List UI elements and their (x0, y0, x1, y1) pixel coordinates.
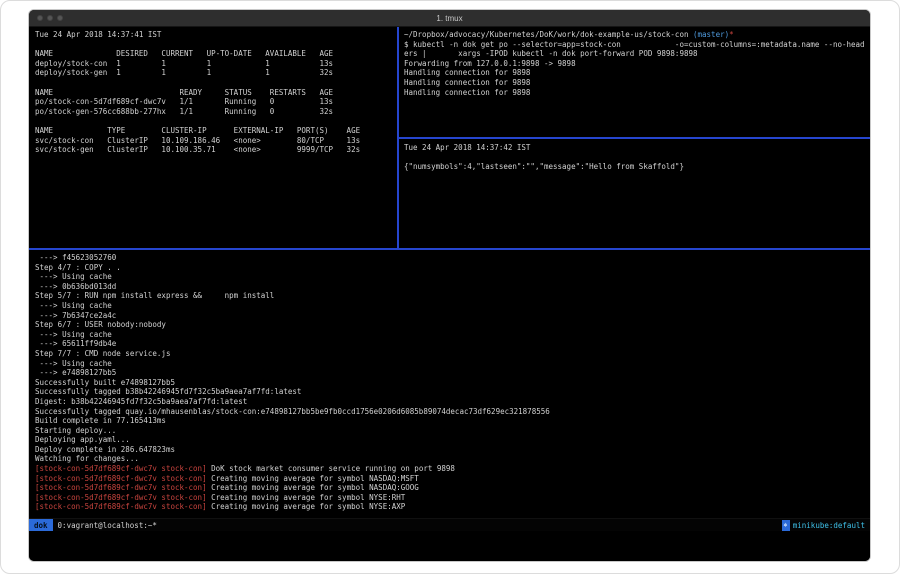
pod-log-line: [stock-con-5d7df689cf-dwc7v stock-con] D… (35, 464, 870, 474)
session-name-badge: dok (29, 519, 53, 532)
zoom-icon[interactable] (57, 15, 63, 21)
pod-log-line: [stock-con-5d7df689cf-dwc7v stock-con] C… (35, 493, 870, 503)
terminal-line: po/stock-con-5d7df689cf-dwc7v 1/1 Runnin… (35, 97, 397, 107)
close-icon[interactable] (37, 15, 43, 21)
pod-log-message: Creating moving average for symbol NYSE:… (207, 502, 406, 511)
terminal-line: ---> f45623052760 (35, 253, 870, 263)
titlebar[interactable]: 1. tmux (29, 10, 870, 27)
terminal-line: ---> e74898127bb5 (35, 368, 870, 378)
pod-log-line: [stock-con-5d7df689cf-dwc7v stock-con] C… (35, 474, 870, 484)
pod-log-prefix: [stock-con-5d7df689cf-dwc7v stock-con] (35, 474, 207, 483)
pod-log-message: Creating moving average for symbol NASDA… (207, 483, 419, 492)
terminal-line (35, 78, 397, 88)
pod-log-prefix: [stock-con-5d7df689cf-dwc7v stock-con] (35, 502, 207, 511)
window-title: 1. tmux (29, 14, 870, 23)
terminal-line: Successfully built e74898127bb5 (35, 378, 870, 388)
kubernetes-helm-icon: ⎈ (782, 520, 790, 531)
prompt-path: ~/Dropbox/advocacy/Kubernetes/DoK/work/d… (404, 30, 688, 39)
terminal-line: svc/stock-con ClusterIP 10.109.186.46 <n… (35, 136, 397, 146)
terminal-line: ---> 0b636bd013dd (35, 282, 870, 292)
terminal-line: Starting deploy... (35, 426, 870, 436)
terminal-line: NAME DESIRED CURRENT UP-TO-DATE AVAILABL… (35, 49, 397, 59)
pod-log-prefix: [stock-con-5d7df689cf-dwc7v stock-con] (35, 464, 207, 473)
pane-skaffold-log[interactable]: ---> f45623052760 Step 4/7 : COPY . . --… (29, 250, 870, 518)
terminal-line: Handling connection for 9898 (404, 78, 870, 88)
pane-curl-output[interactable]: Tue 24 Apr 2018 14:37:42 IST {"numsymbol… (399, 139, 870, 248)
traffic-lights (37, 15, 63, 21)
terminal-line: po/stock-gen-576cc688bb-277hx 1/1 Runnin… (35, 107, 397, 117)
terminal-line: deploy/stock-con 1 1 1 1 13s (35, 59, 397, 69)
tmux-status-bar: dok 0:vagrant@localhost:~* ⎈ minikube:de… (29, 518, 870, 531)
terminal-line: Digest: b38b42246945fd7f32c5ba9aea7af7fd… (35, 397, 870, 407)
pod-log-output: [stock-con-5d7df689cf-dwc7v stock-con] D… (35, 464, 870, 512)
git-branch-label: (master) (688, 30, 729, 39)
pod-log-prefix: [stock-con-5d7df689cf-dwc7v stock-con] (35, 493, 207, 502)
tmux-content: Tue 24 Apr 2018 14:37:41 IST NAME DESIRE… (29, 27, 870, 561)
terminal-window: 1. tmux Tue 24 Apr 2018 14:37:41 IST NAM… (29, 10, 870, 561)
terminal-line (35, 116, 397, 126)
pod-log-message: DoK stock market consumer service runnin… (207, 464, 455, 473)
terminal-line: Build complete in 77.165413ms (35, 416, 870, 426)
terminal-line: ---> Using cache (35, 330, 870, 340)
terminal-line: Step 7/7 : CMD node service.js (35, 349, 870, 359)
tmux-right-column: ~/Dropbox/advocacy/Kubernetes/DoK/work/d… (399, 27, 870, 248)
shell-prompt-line: ~/Dropbox/advocacy/Kubernetes/DoK/work/d… (404, 30, 870, 40)
terminal-line: Handling connection for 9898 (404, 88, 870, 98)
terminal-line: deploy/stock-gen 1 1 1 1 32s (35, 68, 397, 78)
port-forward-output: $ kubectl -n dok get po --selector=app=s… (404, 40, 870, 98)
terminal-line: ---> Using cache (35, 272, 870, 282)
terminal-line: svc/stock-gen ClusterIP 10.100.35.71 <no… (35, 145, 397, 155)
pane-port-forward[interactable]: ~/Dropbox/advocacy/Kubernetes/DoK/work/d… (399, 27, 870, 137)
pod-log-line: [stock-con-5d7df689cf-dwc7v stock-con] C… (35, 483, 870, 493)
pod-log-message: Creating moving average for symbol NYSE:… (207, 493, 406, 502)
terminal-line: Tue 24 Apr 2018 14:37:41 IST (35, 30, 397, 40)
terminal-line: ---> 7b6347ce2a4c (35, 311, 870, 321)
terminal-line: Step 5/7 : RUN npm install express && np… (35, 291, 870, 301)
terminal-line: Tue 24 Apr 2018 14:37:42 IST (404, 143, 870, 153)
terminal-line (404, 153, 870, 163)
terminal-line: NAME READY STATUS RESTARTS AGE (35, 88, 397, 98)
terminal-line: Successfully tagged quay.io/mhausenblas/… (35, 407, 870, 417)
terminal-line: Forwarding from 127.0.0.1:9898 -> 9898 (404, 59, 870, 69)
pod-log-line: [stock-con-5d7df689cf-dwc7v stock-con] C… (35, 502, 870, 512)
terminal-line: Step 6/7 : USER nobody:nobody (35, 320, 870, 330)
terminal-line: NAME TYPE CLUSTER-IP EXTERNAL-IP PORT(S)… (35, 126, 397, 136)
terminal-line: ers | xargs -IPOD kubectl -n dok port-fo… (404, 49, 870, 59)
terminal-line (35, 40, 397, 50)
kube-context-label: minikube:default (793, 521, 865, 530)
pane-kubectl-get[interactable]: Tue 24 Apr 2018 14:37:41 IST NAME DESIRE… (29, 27, 397, 248)
terminal-line: $ kubectl -n dok get po --selector=app=s… (404, 40, 870, 50)
terminal-line: Deploying app.yaml... (35, 435, 870, 445)
terminal-line: {"numsymbols":4,"lastseen":"","message":… (404, 162, 870, 172)
terminal-bottom-gap (29, 531, 870, 561)
docker-build-output: ---> f45623052760 Step 4/7 : COPY . . --… (35, 253, 870, 464)
tmux-top-row: Tue 24 Apr 2018 14:37:41 IST NAME DESIRE… (29, 27, 870, 248)
pod-log-prefix: [stock-con-5d7df689cf-dwc7v stock-con] (35, 483, 207, 492)
terminal-line: ---> Using cache (35, 359, 870, 369)
terminal-line: Step 4/7 : COPY . . (35, 263, 870, 273)
git-dirty-flag: * (729, 30, 734, 39)
terminal-line: Successfully tagged b38b42246945fd7f32c5… (35, 387, 870, 397)
terminal-line: Deploy complete in 286.647823ms (35, 445, 870, 455)
terminal-line: Watching for changes... (35, 454, 870, 464)
window-label[interactable]: 0:vagrant@localhost:~* (58, 521, 157, 530)
terminal-line: Handling connection for 9898 (404, 68, 870, 78)
terminal-line: ---> 65611ff9db4e (35, 339, 870, 349)
pod-log-message: Creating moving average for symbol NASDA… (207, 474, 419, 483)
terminal-line: ---> Using cache (35, 301, 870, 311)
minimize-icon[interactable] (47, 15, 53, 21)
